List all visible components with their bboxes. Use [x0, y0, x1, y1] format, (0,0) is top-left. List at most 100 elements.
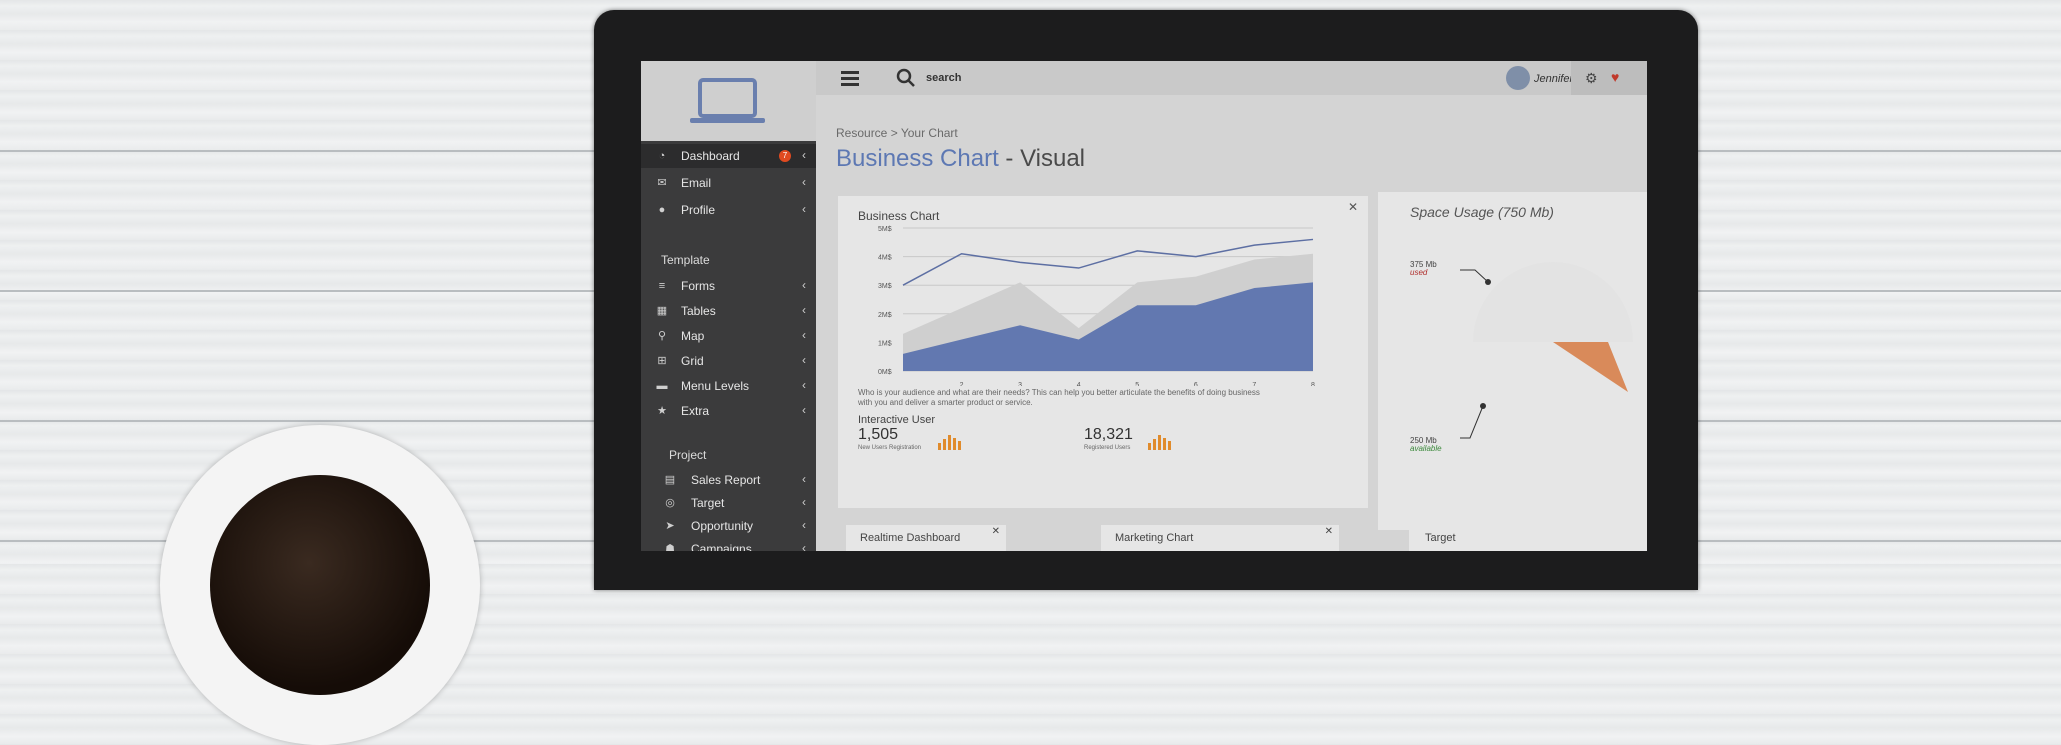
close-icon[interactable]: ✕	[992, 526, 1000, 537]
y-tick-label: 5M$	[878, 226, 892, 233]
x-tick-label: 4	[1077, 382, 1081, 386]
avatar[interactable]	[1506, 66, 1530, 90]
y-tick-label: 0M$	[878, 369, 892, 376]
stat-registered-users-label: Registered Users	[1084, 445, 1131, 451]
sidebar-item-email[interactable]: ✉ Email ‹	[641, 171, 816, 195]
sidebar-item-target[interactable]: ◎ Target ‹	[641, 491, 816, 515]
list-icon: ≡	[658, 280, 666, 292]
stat-new-users-label: New Users Registration	[858, 445, 922, 451]
available-marker	[1480, 403, 1486, 409]
sidebar-item-map[interactable]: ⚲ Map ‹	[641, 324, 816, 348]
close-icon[interactable]: ✕	[1325, 526, 1333, 537]
x-tick-label: 3	[1018, 382, 1022, 386]
x-tick-label: 8	[1311, 382, 1315, 386]
sidebar-item-label: Menu Levels	[681, 379, 750, 393]
section-title-template: Template	[661, 253, 710, 267]
sidebar-item-profile[interactable]: ● Profile ‹	[641, 198, 816, 222]
sidebar-item-label: Email	[681, 176, 712, 190]
used-leader-line	[1460, 269, 1489, 283]
x-tick-label: 2	[960, 382, 964, 386]
sidebar-item-label: Grid	[681, 354, 704, 368]
x-tick-label: 7	[1252, 382, 1256, 386]
used-marker	[1485, 279, 1491, 285]
sidebar-item-label: Sales Report	[691, 473, 761, 487]
sidebar-item-campaigns[interactable]: ☗ Campaigns ‹	[641, 537, 816, 551]
y-tick-label: 3M$	[878, 283, 892, 290]
hamburger-menu-icon[interactable]	[841, 70, 861, 86]
space-usage-title: Space Usage (750 Mb)	[1410, 204, 1554, 220]
sidebar-item-label: Tables	[681, 304, 716, 318]
chevron-left-icon: ‹	[802, 378, 806, 392]
toolbar-icons: ⚙ ♥	[1571, 61, 1647, 95]
x-tick-label: 5	[1135, 382, 1139, 386]
business-chart-card: Business Chart ✕ 0M$ 1M$ 2M$ 3M$ 4M$ 5M$ 2 3 4 5 6…	[838, 196, 1368, 508]
sidebar-item-grid[interactable]: ⊞ Grid ‹	[641, 349, 816, 373]
stat-new-users-value: 1,505	[858, 426, 899, 443]
target-card: Target	[1409, 525, 1647, 551]
chevron-left-icon: ‹	[802, 541, 806, 551]
coffee-cup	[160, 425, 480, 745]
close-icon[interactable]: ✕	[1348, 200, 1358, 214]
marketing-chart-card: Marketing Chart ✕	[1101, 525, 1339, 551]
sidebar-item-forms[interactable]: ≡ Forms ‹	[641, 274, 816, 298]
sidebar: ◔ Dashboard 7 ‹ ✉ Email ‹ ● Profile ‹ Te…	[641, 61, 816, 551]
sidebar-item-dashboard[interactable]: ◔ Dashboard 7 ‹	[641, 144, 816, 168]
sidebar-item-label: Target	[691, 496, 725, 510]
sidebar-item-opportunity[interactable]: ➤ Opportunity ‹	[641, 514, 816, 538]
settings-icon[interactable]: ⚙	[1585, 70, 1598, 87]
card-title: Target	[1425, 532, 1456, 544]
laptop-screen: ◔ Dashboard 7 ‹ ✉ Email ‹ ● Profile ‹ Te…	[641, 61, 1647, 551]
laptop-logo-icon	[690, 78, 765, 123]
chevron-left-icon: ‹	[802, 303, 806, 317]
card-title: Realtime Dashboard	[860, 532, 961, 544]
chevron-left-icon: ‹	[802, 202, 806, 216]
campaign-icon: ☗	[665, 543, 675, 551]
chevron-left-icon: ‹	[802, 353, 806, 367]
dashboard-icon: ◔	[658, 150, 666, 162]
send-icon: ➤	[665, 520, 675, 532]
business-chart: 0M$ 1M$ 2M$ 3M$ 4M$ 5M$ 2 3 4 5 6 7 8	[878, 226, 1315, 386]
sidebar-item-label: Opportunity	[691, 519, 754, 533]
pie-slice-orange	[1553, 342, 1628, 392]
search-icon[interactable]	[896, 68, 916, 88]
report-icon: ▤	[664, 474, 676, 486]
target-icon: ◎	[665, 497, 675, 509]
sidebar-item-tables[interactable]: ▦ Tables ‹	[641, 299, 816, 323]
pie-slice-used-left	[1473, 262, 1553, 342]
interactive-user-title: Interactive User	[858, 414, 936, 426]
y-tick-label: 4M$	[878, 255, 892, 262]
search-input[interactable]: search	[926, 72, 961, 84]
star-icon: ★	[657, 405, 667, 417]
sidebar-item-label: Map	[681, 329, 705, 343]
sidebar-item-menu-levels[interactable]: ▬ Menu Levels ‹	[641, 374, 816, 398]
page-title-main: Business Chart	[836, 145, 999, 172]
sidebar-item-extra[interactable]: ★ Extra ‹	[641, 399, 816, 423]
section-title-project: Project	[669, 448, 707, 462]
sidebar-item-label: Profile	[681, 203, 716, 217]
sidebar-item-sales-report[interactable]: ▤ Sales Report ‹	[641, 468, 816, 492]
sidebar-item-label: Forms	[681, 279, 715, 293]
mini-bar-chart-icon	[938, 435, 961, 450]
description-line: Who is your audience and what are their …	[858, 388, 1260, 397]
main-content: Resource > Your Chart Business Chart - V…	[816, 95, 1647, 551]
chevron-left-icon: ‹	[802, 148, 806, 162]
sidebar-item-label: Campaigns	[691, 542, 752, 551]
chevron-left-icon: ‹	[802, 495, 806, 509]
chevron-left-icon: ‹	[802, 518, 806, 532]
coffee	[210, 475, 430, 695]
notifications-icon[interactable]: ♥	[1611, 69, 1619, 85]
table-icon: ▦	[656, 305, 668, 317]
y-tick-label: 2M$	[878, 312, 892, 319]
pie-slice-used	[1553, 262, 1633, 342]
folder-icon: ▬	[656, 380, 668, 392]
page-title: Business Chart - Visual	[836, 145, 1085, 173]
notification-badge: 7	[779, 150, 791, 162]
map-pin-icon: ⚲	[657, 330, 667, 342]
chevron-left-icon: ‹	[802, 278, 806, 292]
grid-icon: ⊞	[657, 355, 667, 367]
top-bar: search Jennifer ▾ ⚙ ♥	[816, 61, 1647, 95]
space-usage-card: Space Usage (750 Mb) 375 Mb used 250 Mb …	[1378, 192, 1647, 530]
page-title-suffix: - Visual	[998, 145, 1086, 172]
available-leader-line	[1460, 405, 1484, 439]
user-icon: ●	[658, 204, 666, 216]
